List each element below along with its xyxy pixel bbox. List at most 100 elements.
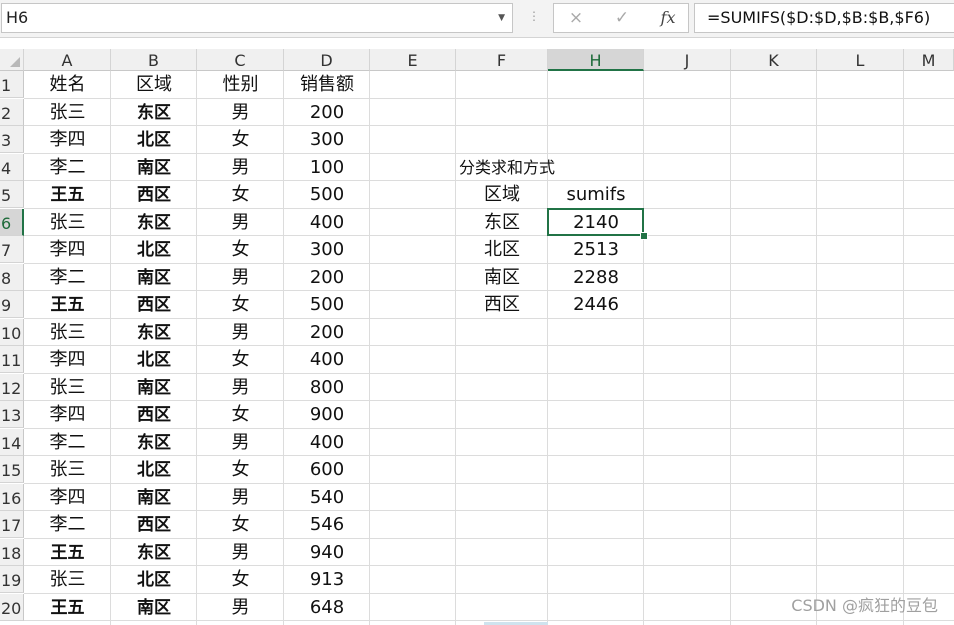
select-all-button[interactable] [0,49,24,71]
spreadsheet-grid[interactable]: A B C D E F H J K L M 1 2 3 4 5 6 7 8 9 10 11 12 13 14 15 16 17 18 19… [0,49,954,625]
table-cell[interactable]: 北区 [111,236,197,263]
table-cell[interactable]: 女 [197,401,284,428]
table-cell[interactable]: 913 [284,566,370,593]
table-cell[interactable]: 200 [284,99,370,126]
table-cell[interactable]: 西区 [111,181,197,208]
table-cell[interactable]: 400 [284,346,370,373]
row-header-10[interactable]: 10 [0,318,24,346]
table-header-cell[interactable]: 性别 [197,71,284,98]
table-cell[interactable]: 男 [197,429,284,456]
table-cell[interactable]: 940 [284,539,370,566]
table-cell[interactable]: 600 [284,456,370,483]
row-header-8[interactable]: 8 [0,263,24,291]
table-cell[interactable]: 西区 [111,511,197,538]
table-cell[interactable]: 西区 [111,401,197,428]
table-cell[interactable]: 东区 [111,429,197,456]
table-cell[interactable]: 女 [197,236,284,263]
table-cell[interactable]: 南区 [111,594,197,621]
table-cell[interactable]: 王五 [24,594,111,621]
table-cell[interactable]: 男 [197,484,284,511]
cancel-icon[interactable]: × [559,4,593,32]
summary-region-cell[interactable]: 南区 [456,264,548,291]
table-cell[interactable]: 900 [284,401,370,428]
column-header-k[interactable]: K [731,49,817,71]
table-cell[interactable]: 540 [284,484,370,511]
table-cell[interactable]: 546 [284,511,370,538]
table-cell[interactable]: 500 [284,291,370,318]
table-cell[interactable]: 王五 [24,291,111,318]
table-cell[interactable]: 女 [197,456,284,483]
row-header-12[interactable]: 12 [0,373,24,401]
active-cell-selection[interactable] [547,207,644,236]
row-header-17[interactable]: 17 [0,511,24,538]
table-header-cell[interactable]: 区域 [111,71,197,98]
table-cell[interactable]: 女 [197,291,284,318]
summary-value-cell[interactable]: 2446 [548,291,644,318]
table-cell[interactable]: 李二 [24,154,111,181]
table-cell[interactable]: 李二 [24,511,111,538]
row-header-6[interactable]: 6 [0,208,24,236]
table-cell[interactable]: 男 [197,374,284,401]
table-cell[interactable]: 东区 [111,319,197,346]
row-header-7[interactable]: 7 [0,236,24,263]
column-header-c[interactable]: C [197,49,284,71]
table-cell[interactable]: 300 [284,126,370,153]
table-cell[interactable]: 男 [197,319,284,346]
table-cell[interactable]: 南区 [111,374,197,401]
formula-input[interactable]: =SUMIFS($D:$D,$B:$B,$F6) [694,3,954,33]
row-header-16[interactable]: 16 [0,483,24,511]
column-header-b[interactable]: B [111,49,197,71]
row-header-5[interactable]: 5 [0,181,24,208]
column-header-e[interactable]: E [370,49,456,71]
summary-value-cell[interactable]: 2513 [548,236,644,263]
table-cell[interactable]: 张三 [24,456,111,483]
column-header-j[interactable]: J [644,49,731,71]
table-cell[interactable]: 李二 [24,429,111,456]
summary-region-cell[interactable]: 西区 [456,291,548,318]
table-cell[interactable]: 北区 [111,126,197,153]
enter-icon[interactable]: ✓ [605,4,639,32]
table-cell[interactable]: 张三 [24,374,111,401]
row-header-9[interactable]: 9 [0,291,24,318]
table-cell[interactable]: 李四 [24,236,111,263]
table-cell[interactable]: 李四 [24,484,111,511]
row-header-20[interactable]: 20 [0,593,24,621]
table-cell[interactable]: 女 [197,511,284,538]
table-cell[interactable]: 800 [284,374,370,401]
table-cell[interactable]: 南区 [111,264,197,291]
table-cell[interactable]: 王五 [24,181,111,208]
column-header-l[interactable]: L [817,49,904,71]
row-header-13[interactable]: 13 [0,401,24,428]
table-cell[interactable]: 400 [284,429,370,456]
table-cell[interactable]: 女 [197,181,284,208]
column-header-m[interactable]: M [904,49,954,71]
table-cell[interactable]: 400 [284,209,370,236]
summary-title[interactable]: 分类求和方式 [456,154,659,181]
table-cell[interactable]: 北区 [111,456,197,483]
table-cell[interactable]: 张三 [24,209,111,236]
table-cell[interactable]: 东区 [111,209,197,236]
table-cell[interactable]: 李二 [24,264,111,291]
summary-header-region[interactable]: 区域 [456,181,548,208]
table-header-cell[interactable]: 销售额 [284,71,370,98]
table-cell[interactable]: 南区 [111,484,197,511]
column-header-h[interactable]: H [548,49,644,71]
table-cell[interactable]: 北区 [111,566,197,593]
table-cell[interactable]: 张三 [24,319,111,346]
table-cell[interactable]: 南区 [111,154,197,181]
table-cell[interactable]: 北区 [111,346,197,373]
table-cell[interactable]: 女 [197,346,284,373]
row-header-2[interactable]: 2 [0,98,24,126]
table-cell[interactable]: 李四 [24,401,111,428]
table-cell[interactable]: 男 [197,264,284,291]
table-cell[interactable]: 男 [197,209,284,236]
summary-region-cell[interactable]: 北区 [456,236,548,263]
row-header-14[interactable]: 14 [0,428,24,456]
row-header-19[interactable]: 19 [0,566,24,593]
table-cell[interactable]: 200 [284,264,370,291]
table-cell[interactable]: 东区 [111,539,197,566]
row-header-1[interactable]: 1 [0,71,24,98]
row-header-18[interactable]: 18 [0,538,24,566]
table-cell[interactable]: 张三 [24,566,111,593]
chevron-down-icon[interactable]: ▼ [498,4,505,32]
